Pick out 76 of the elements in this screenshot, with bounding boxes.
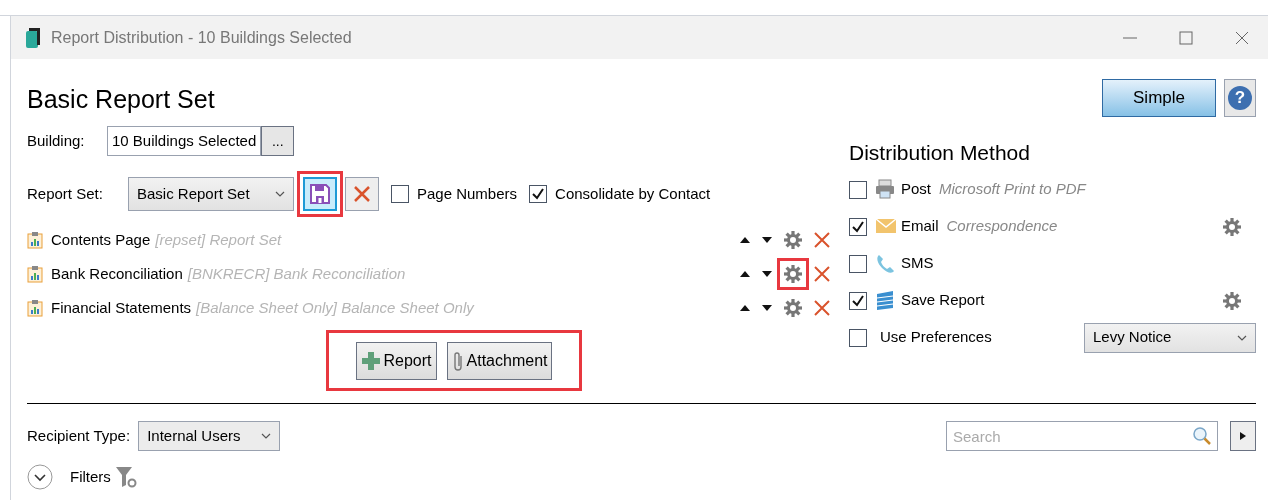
checked-checkbox[interactable]: [529, 185, 548, 203]
report-name[interactable]: Financial Statements: [51, 296, 192, 320]
report-name[interactable]: Bank Reconciliation: [51, 262, 183, 286]
report-set-dropdown[interactable]: Basic Report Set: [128, 177, 294, 211]
building-field[interactable]: 10 Buildings Selected: [107, 126, 262, 156]
move-up-icon[interactable]: [739, 236, 751, 244]
option-label: Page Numbers: [417, 183, 518, 204]
search-icon: [1192, 426, 1212, 446]
dialog-heading: Basic Report Set: [27, 84, 215, 116]
remove-x-icon[interactable]: [813, 231, 831, 249]
checked-checkbox[interactable]: [849, 291, 867, 310]
window-title: Report Distribution - 10 Buildings Selected: [51, 27, 352, 48]
add-attachment-button[interactable]: Attachment: [446, 341, 553, 380]
add-report-button[interactable]: Report: [355, 341, 437, 380]
expand-circle-icon[interactable]: [27, 464, 53, 490]
field-label: Recipient Type:: [27, 425, 131, 446]
checkbox[interactable]: [849, 180, 867, 199]
report-name[interactable]: Contents Page: [51, 228, 151, 252]
move-up-icon[interactable]: [739, 304, 751, 312]
settings-icon[interactable]: [1222, 290, 1242, 311]
move-down-icon[interactable]: [761, 270, 773, 278]
browse-button[interactable]: ...: [261, 126, 295, 156]
plus-icon: [360, 350, 381, 371]
filter-icon[interactable]: [114, 466, 137, 488]
play-arrow-icon: [1239, 431, 1247, 441]
field-label: Report Set:: [27, 183, 104, 204]
report-icon: [27, 231, 43, 249]
move-down-icon[interactable]: [761, 304, 773, 312]
method-label: Use Preferences: [880, 327, 993, 348]
settings-icon[interactable]: [783, 264, 803, 284]
search-field[interactable]: Search: [946, 421, 1218, 451]
check-icon: [531, 187, 546, 201]
filters-label: Filters: [70, 466, 111, 487]
report-detail: [repset] Report Set: [155, 229, 282, 250]
method-label: Save Report: [901, 290, 985, 311]
report-icon: [27, 265, 43, 283]
method-label: Email: [901, 216, 939, 237]
help-button[interactable]: ?: [1224, 79, 1256, 117]
check-icon: [851, 293, 865, 308]
section-title: Distribution Method: [849, 140, 1031, 166]
chevron-down-icon: [275, 191, 285, 197]
method-label: SMS: [901, 253, 934, 274]
delete-x-icon: [352, 184, 372, 204]
settings-icon[interactable]: [1222, 216, 1242, 237]
preferences-dropdown[interactable]: Levy Notice: [1084, 322, 1256, 353]
report-detail: [Balance Sheet Only] Balance Sheet Only: [196, 297, 474, 318]
settings-icon[interactable]: [783, 298, 803, 318]
report-icon: [27, 299, 43, 317]
recipient-type-dropdown[interactable]: Internal Users: [138, 421, 281, 451]
simple-mode-button[interactable]: Simple: [1102, 79, 1216, 117]
close-icon[interactable]: [1234, 29, 1250, 46]
field-label: Building:: [27, 130, 86, 151]
expand-button[interactable]: [1230, 421, 1256, 451]
save-button[interactable]: [303, 177, 337, 211]
report-detail: [BNKRECR] Bank Reconciliation: [187, 263, 406, 284]
printer-icon: [875, 179, 897, 200]
move-up-icon[interactable]: [739, 270, 751, 278]
settings-icon[interactable]: [783, 230, 803, 250]
chevron-down-icon: [261, 433, 272, 439]
remove-x-icon[interactable]: [813, 265, 831, 283]
checkbox[interactable]: [849, 328, 867, 347]
check-icon: [851, 219, 865, 234]
method-detail: Correspondence: [946, 216, 1058, 237]
phone-icon: [875, 253, 897, 274]
checked-checkbox[interactable]: [849, 217, 867, 236]
paperclip-icon: [451, 349, 464, 372]
checkbox[interactable]: [849, 254, 867, 273]
method-detail: Microsoft Print to PDF: [939, 179, 1086, 200]
method-label: Post: [901, 179, 931, 200]
remove-x-icon[interactable]: [813, 299, 831, 317]
checkbox[interactable]: [391, 185, 409, 203]
move-down-icon[interactable]: [761, 236, 773, 244]
chevron-down-icon: [1237, 334, 1247, 341]
option-label: Consolidate by Contact: [555, 183, 711, 204]
delete-button[interactable]: [345, 177, 379, 211]
app-logo-icon: [25, 26, 41, 49]
